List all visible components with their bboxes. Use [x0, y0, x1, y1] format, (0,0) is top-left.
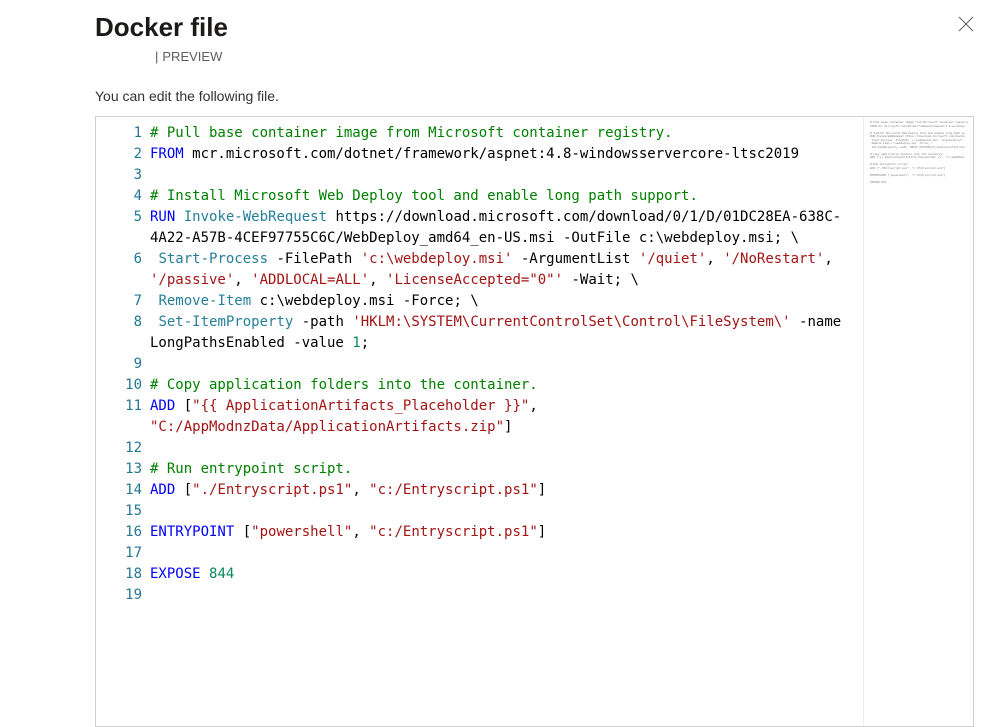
line-number: 3	[96, 165, 142, 186]
preview-label: PREVIEW	[162, 49, 222, 64]
line-number: 13	[96, 459, 142, 480]
code-line[interactable]: FROM mcr.microsoft.com/dotnet/framework/…	[150, 144, 853, 165]
close-icon	[958, 16, 974, 32]
code-line[interactable]: ENTRYPOINT ["powershell", "c:/Entryscrip…	[150, 522, 853, 543]
line-number: 10	[96, 375, 142, 396]
line-number: 15	[96, 501, 142, 522]
code-line[interactable]	[150, 165, 853, 186]
code-line[interactable]	[150, 438, 853, 459]
code-line[interactable]: # Run entrypoint script.	[150, 459, 853, 480]
line-number: 2	[96, 144, 142, 165]
code-line[interactable]	[150, 501, 853, 522]
line-number: 11	[96, 396, 142, 417]
code-line[interactable]	[150, 585, 853, 606]
line-number: 8	[96, 312, 142, 333]
line-number: 9	[96, 354, 142, 375]
code-content[interactable]: # Pull base container image from Microso…	[150, 117, 863, 726]
code-line[interactable]	[150, 543, 853, 564]
line-number: 4	[96, 186, 142, 207]
preview-badge: | PREVIEW	[95, 49, 974, 64]
code-line[interactable]: Remove-Item c:\webdeploy.msi -Force; \	[150, 291, 853, 312]
close-button[interactable]	[952, 10, 980, 38]
code-line[interactable]: # Copy application folders into the cont…	[150, 375, 853, 396]
line-number: 12	[96, 438, 142, 459]
line-number: 17	[96, 543, 142, 564]
editor-main[interactable]: 12345 6 78 91011 1213141516171819 # Pull…	[96, 117, 863, 726]
line-number: 16	[96, 522, 142, 543]
code-line[interactable]: Set-ItemProperty -path 'HKLM:\SYSTEM\Cur…	[150, 312, 853, 354]
code-line[interactable]: ADD ["{{ ApplicationArtifacts_Placeholde…	[150, 396, 853, 438]
header: Docker file	[95, 10, 974, 43]
line-number: 5	[96, 207, 142, 228]
code-line[interactable]: Start-Process -FilePath 'c:\webdeploy.ms…	[150, 249, 853, 291]
code-line[interactable]: EXPOSE 844	[150, 564, 853, 585]
line-number: 6	[96, 249, 142, 270]
line-number: 14	[96, 480, 142, 501]
line-number: 18	[96, 564, 142, 585]
panel-subtitle: You can edit the following file.	[95, 88, 974, 104]
line-number: 7	[96, 291, 142, 312]
line-number: 19	[96, 585, 142, 606]
minimap[interactable]: # Pull base container image from Microso…	[863, 117, 973, 726]
code-line[interactable]	[150, 354, 853, 375]
code-editor[interactable]: 12345 6 78 91011 1213141516171819 # Pull…	[95, 116, 974, 727]
code-line[interactable]: # Pull base container image from Microso…	[150, 123, 853, 144]
code-line[interactable]: RUN Invoke-WebRequest https://download.m…	[150, 207, 853, 249]
line-number: 1	[96, 123, 142, 144]
code-line[interactable]: # Install Microsoft Web Deploy tool and …	[150, 186, 853, 207]
code-line[interactable]: ADD ["./Entryscript.ps1", "c:/Entryscrip…	[150, 480, 853, 501]
panel: Docker file | PREVIEW You can edit the fo…	[0, 0, 994, 727]
line-number-gutter: 12345 6 78 91011 1213141516171819	[96, 117, 150, 726]
separator: |	[155, 49, 158, 64]
page-title: Docker file	[95, 12, 228, 43]
